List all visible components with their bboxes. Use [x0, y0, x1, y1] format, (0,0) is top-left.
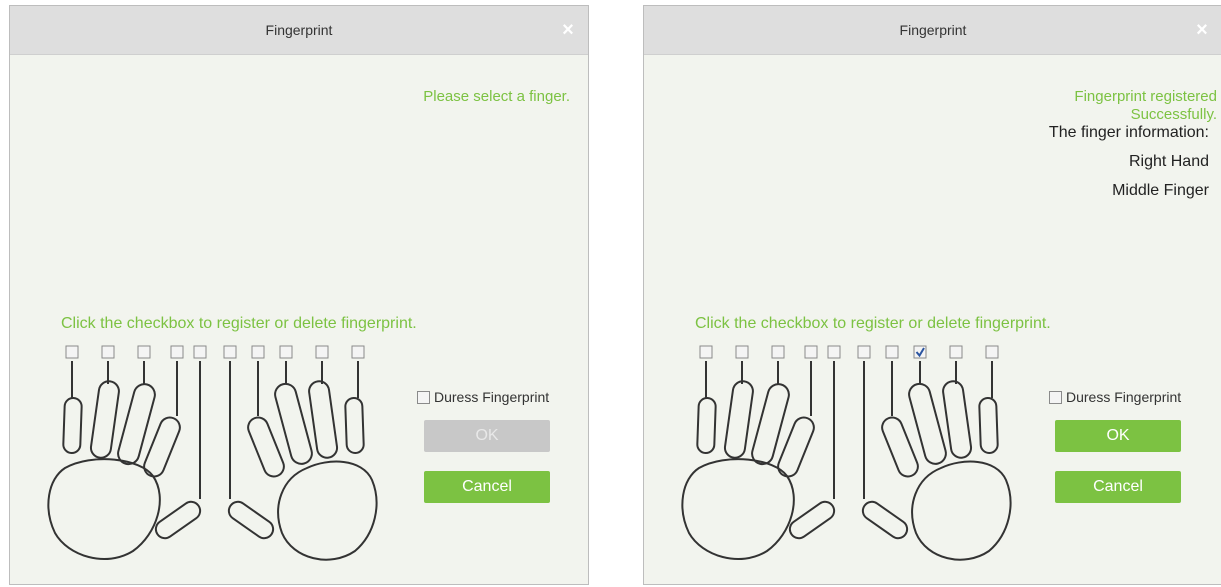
checkbox-right-thumb[interactable] [857, 345, 871, 359]
checkbox-right-middle[interactable] [279, 345, 293, 359]
right-palm-outline [277, 460, 378, 561]
checkbox-right-ring[interactable] [949, 345, 963, 359]
duress-fingerprint-checkbox[interactable]: Duress Fingerprint [417, 389, 549, 405]
checkbox-left-thumb[interactable] [827, 345, 841, 359]
checkbox-left-middle[interactable] [137, 345, 151, 359]
left-palm-outline [681, 458, 795, 560]
checkbox-right-pinky[interactable] [351, 345, 365, 359]
right-ring-outline [942, 380, 973, 459]
left-ring-outline [723, 380, 754, 459]
checkbox-left-index[interactable] [170, 345, 184, 359]
duress-label: Duress Fingerprint [1066, 389, 1182, 405]
checkbox-left-index[interactable] [804, 345, 818, 359]
right-pinky-outline [978, 396, 999, 454]
finger-checkboxes [65, 345, 365, 359]
checkbox-right-index[interactable] [251, 345, 265, 359]
right-palm-outline [911, 460, 1012, 561]
ok-button[interactable]: OK [1055, 420, 1181, 452]
fingerprint-dialog-registered: Fingerprint × Fingerprint registered Suc… [643, 5, 1221, 585]
left-palm-outline [47, 458, 161, 560]
checkbox-right-index[interactable] [885, 345, 899, 359]
left-pinky-outline [62, 397, 83, 455]
right-thumb-outline [227, 500, 275, 540]
duress-label: Duress Fingerprint [434, 389, 550, 405]
left-hand-icon [681, 361, 836, 560]
checkbox-left-middle[interactable] [771, 345, 785, 359]
left-pinky-outline [696, 397, 717, 455]
cancel-button[interactable]: Cancel [1055, 471, 1181, 503]
checkbox-right-pinky[interactable] [985, 345, 999, 359]
checkbox-left-thumb[interactable] [193, 345, 207, 359]
checkbox-left-ring[interactable] [735, 345, 749, 359]
right-index-outline [881, 416, 919, 478]
left-middle-outline [751, 383, 790, 466]
cancel-button[interactable]: Cancel [424, 471, 550, 503]
checkbox-icon[interactable] [1049, 390, 1062, 404]
checkbox-right-ring[interactable] [315, 345, 329, 359]
checkbox-icon[interactable] [417, 390, 430, 404]
checkbox-left-ring[interactable] [101, 345, 115, 359]
right-pinky-outline [344, 396, 365, 454]
checkbox-left-pinky[interactable] [65, 345, 79, 359]
right-thumb-outline [861, 500, 909, 540]
right-hand-icon [227, 361, 378, 561]
left-ring-outline [89, 380, 120, 459]
duress-fingerprint-checkbox[interactable]: Duress Fingerprint [1049, 389, 1181, 405]
fingerprint-dialog-initial: Fingerprint × Please select a finger. Cl… [9, 5, 589, 585]
finger-checkboxes [699, 345, 999, 359]
ok-button[interactable]: OK [424, 420, 550, 452]
right-hand-icon [861, 361, 1012, 561]
left-middle-outline [117, 383, 156, 466]
right-ring-outline [308, 380, 339, 459]
checkbox-left-pinky[interactable] [699, 345, 713, 359]
right-index-outline [247, 416, 285, 478]
checkbox-right-thumb[interactable] [223, 345, 237, 359]
left-hand-icon [47, 361, 202, 560]
